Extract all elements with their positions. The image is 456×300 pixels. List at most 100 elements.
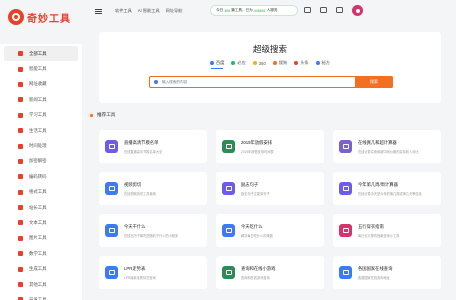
tool-card[interactable]: 2019年放假安排 2019年放假安排时间表: [216, 130, 324, 163]
engine-label: 必应: [237, 60, 246, 65]
message-icon[interactable]: [336, 7, 343, 13]
sidebar-item[interactable]: 编码转码: [4, 169, 78, 184]
tool-icon: [222, 224, 235, 237]
category-icon: [18, 112, 23, 118]
category-icon: [18, 282, 23, 288]
search-button[interactable]: 搜索: [355, 76, 393, 88]
category-icon: [18, 205, 23, 211]
tool-icon: [222, 266, 235, 279]
engine-icon: [210, 61, 215, 65]
monitor-icon[interactable]: [320, 7, 327, 13]
category-icon: [18, 235, 23, 241]
sidebar-item[interactable]: 生成工具: [4, 261, 78, 276]
sidebar-item[interactable]: 开发工具: [4, 292, 78, 300]
sidebar-item[interactable]: 网址收藏: [4, 77, 78, 92]
sidebar-item[interactable]: 加密解密: [4, 154, 78, 169]
sidebar-item[interactable]: 学习工具: [4, 108, 78, 123]
tool-card[interactable]: 励志句子 励志句子正能量句子: [216, 172, 324, 205]
brand-logo[interactable]: 奇妙工具: [8, 9, 71, 25]
engine-tab[interactable]: 必应: [231, 60, 246, 66]
search-input[interactable]: [162, 80, 342, 84]
sidebar-item-label: 图片工具: [29, 235, 47, 241]
tool-icon: [222, 140, 235, 153]
sidebar-item[interactable]: 其他工具: [4, 277, 78, 292]
engine-label: 秘方: [321, 60, 330, 65]
sidebar-item[interactable]: 智能工具: [4, 61, 78, 76]
tool-card[interactable]: 查询和在线小游戏 查询和在线游戏查询: [216, 256, 324, 289]
search-engines: 百度 必应 360 搜狗 头条 秘方: [99, 60, 441, 69]
category-icon: [18, 251, 23, 257]
tool-card[interactable]: 在线買几和超计算器 在线计算买卖和超中间价格的实际收入对比: [333, 130, 441, 163]
tool-card[interactable]: 今天干什么在线日历干嘛吃些随机干什么的小程序: [99, 214, 207, 247]
category-icon: [18, 97, 23, 103]
stats-bar: 今日 366 篇工具，已为 448851 人服务: [210, 5, 298, 16]
tool-icon: [339, 224, 352, 237]
tool-icon: [105, 266, 118, 279]
stats-num2: 448851: [253, 8, 266, 13]
sidebar-item-label: 生活工具: [29, 127, 47, 133]
engine-icon: [272, 61, 277, 65]
tool-card[interactable]: 五行穿衣指南 每日五行穿衣指南查询小工具: [333, 214, 441, 247]
sidebar-item-label: 新闻工具: [29, 96, 47, 102]
engine-icon: [294, 61, 299, 65]
tool-card[interactable]: 今年第几周/周计算器 在线计算今天是今年的第几周或第几天等信息: [333, 172, 441, 205]
engine-tab[interactable]: 搜狗: [272, 60, 287, 66]
sidebar-item-label: 全部工具: [29, 50, 47, 56]
sidebar-item-label: 格式工具: [29, 189, 47, 195]
sidebar-item[interactable]: 生活工具: [4, 123, 78, 138]
section-header: 推荐工具: [88, 112, 115, 118]
avatar[interactable]: [352, 5, 363, 16]
sidebar-item-label: 文本工具: [29, 219, 47, 225]
tool-card[interactable]: 视频剪切在线视频剪切工具使用: [99, 172, 207, 205]
tool-title: 励志句子: [241, 181, 259, 187]
tool-icon: [105, 140, 118, 153]
sidebar-item[interactable]: 站长工具: [4, 200, 78, 215]
star-icon[interactable]: [304, 7, 311, 13]
tool-icon: [105, 182, 118, 195]
tool-desc: 在线视频剪切工具使用: [124, 191, 156, 196]
tool-title: 今天干什么: [124, 223, 146, 229]
sidebar-item[interactable]: 新闻工具: [4, 92, 78, 107]
tool-desc: 在线日历干嘛吃些随机干什么的小程序: [124, 233, 179, 238]
recommend-icon: [88, 112, 94, 118]
top-link-software[interactable]: 软件工具: [115, 8, 132, 14]
sidebar: 全部工具智能工具 网址收藏新闻工具学习工具生活工具时间处理加密解密 编码转码格式工具…: [0, 44, 82, 300]
tool-card[interactable]: 今天吃什么 解决每日吃什么的难题: [216, 214, 324, 247]
tool-desc: 解决每日吃什么的难题: [241, 233, 273, 238]
category-icon: [18, 143, 23, 149]
super-search-card: 超级搜索 百度 必应 360 搜狗 头条 秘方 搜索: [99, 32, 441, 103]
engine-tab[interactable]: 360: [252, 60, 266, 66]
sidebar-item-label: 时间处理: [29, 143, 47, 149]
category-icon: [18, 174, 23, 180]
category-icon: [18, 220, 23, 226]
tool-card[interactable]: LPR走势表 LPR最新走势情况查询: [99, 256, 207, 289]
engine-tab[interactable]: 头条: [294, 60, 309, 66]
tool-icon: [339, 140, 352, 153]
tool-desc: 每日五行穿衣指南查询小工具: [358, 233, 400, 238]
tool-title: 视频剪切: [124, 181, 142, 187]
engine-label: 360: [258, 60, 266, 66]
sidebar-item[interactable]: 数学工具: [4, 246, 78, 261]
tool-title: 2019年放假安排: [241, 139, 273, 145]
top-link-ai[interactable]: AI 智能工具: [138, 8, 160, 14]
tool-card[interactable]: 直播高清节模名单 在线直播高清节模名单大全: [99, 130, 207, 163]
tool-desc: 各国国家在线查询地址: [358, 275, 390, 280]
engine-label: 头条: [300, 60, 309, 65]
tool-icon: [339, 266, 352, 279]
engine-tab[interactable]: 百度: [210, 60, 224, 69]
stats-num1: 366: [224, 8, 231, 13]
sidebar-item[interactable]: 图片工具: [4, 231, 78, 246]
stats-mid: 篇工具，已为: [231, 8, 253, 12]
tool-card[interactable]: 各国国家在线查询 各国国家在线查询地址: [333, 256, 441, 289]
menu-icon[interactable]: [95, 8, 102, 14]
sidebar-item[interactable]: 全部工具: [4, 46, 78, 62]
top-link-nav[interactable]: 网址导航: [166, 8, 183, 14]
sidebar-item[interactable]: 文本工具: [4, 215, 78, 230]
sidebar-item[interactable]: 时间处理: [4, 138, 78, 153]
search-title: 超级搜索: [252, 44, 287, 54]
stats-text: 今日: [216, 8, 224, 12]
engine-tab[interactable]: 秘方: [315, 60, 330, 66]
tool-desc: 在线计算今天是今年的第几周或第几天等信息: [358, 191, 422, 196]
sidebar-item[interactable]: 格式工具: [4, 185, 78, 200]
tool-desc: 在线直播高清节模名单大全: [124, 149, 163, 154]
